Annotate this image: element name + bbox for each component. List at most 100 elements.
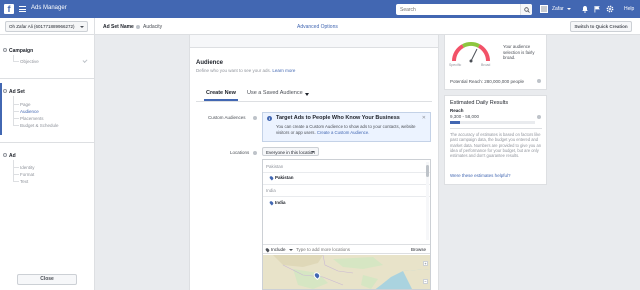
gear-icon[interactable] bbox=[606, 5, 614, 13]
tip-text: You can create a Custom Audience to show… bbox=[276, 124, 422, 135]
tab-use-saved-audience[interactable]: Use a Saved Audience bbox=[247, 90, 303, 96]
divider bbox=[196, 101, 432, 102]
divider bbox=[263, 196, 430, 197]
location-group-label: Pakistan bbox=[266, 164, 284, 169]
audience-definition-card: Specific Broad Your audience selection i… bbox=[444, 35, 547, 90]
scrollbar-thumb[interactable] bbox=[426, 165, 429, 177]
help-link[interactable]: Help bbox=[624, 6, 634, 12]
location-group-label: India bbox=[266, 188, 276, 193]
top-navigation-bar: f Ads Manager Zafar Help bbox=[0, 0, 640, 18]
browse-button[interactable]: Browse bbox=[411, 247, 426, 252]
ad-icon bbox=[3, 153, 7, 157]
custom-audiences-label: Custom Audiences bbox=[208, 115, 246, 120]
tree-tick bbox=[13, 61, 19, 62]
estimates-note: The accuracy of estimates is based on fa… bbox=[450, 132, 542, 159]
include-dropdown[interactable]: Include bbox=[271, 247, 286, 252]
custom-audience-tip: i Target Ads to People Who Know Your Bus… bbox=[262, 112, 431, 142]
left-navigation: Campaign Objective Ad Set Page Audience … bbox=[0, 35, 95, 290]
nav-item-audience[interactable]: Audience bbox=[20, 109, 39, 114]
account-selector[interactable]: Oh Zafar Ali (601771889966272) bbox=[5, 21, 88, 32]
campaign-icon bbox=[3, 48, 7, 52]
tip-title: Target Ads to People Who Know Your Busin… bbox=[276, 115, 400, 121]
estimates-title: Estimated Daily Results bbox=[450, 100, 509, 106]
gauge-label-specific: Specific bbox=[449, 63, 462, 67]
notifications-icon[interactable] bbox=[581, 5, 589, 13]
tree-tick bbox=[13, 118, 19, 119]
nav-item-identity[interactable]: Identity bbox=[20, 165, 35, 170]
nav-item-objective[interactable]: Objective bbox=[20, 59, 39, 64]
info-icon[interactable] bbox=[537, 79, 541, 83]
search-box bbox=[396, 4, 532, 15]
nav-item-budget-schedule[interactable]: Budget & Schedule bbox=[20, 123, 59, 128]
check-icon bbox=[82, 58, 88, 63]
advanced-options-link[interactable]: Advanced Options bbox=[297, 24, 338, 30]
ad-set-name-label: Ad Set Name bbox=[103, 24, 134, 30]
estimates-feedback-link[interactable]: Were these estimates helpful? bbox=[450, 173, 510, 178]
avatar[interactable] bbox=[540, 5, 548, 13]
chevron-down-icon[interactable] bbox=[567, 8, 571, 10]
facebook-logo[interactable]: f bbox=[4, 4, 14, 14]
account-name: Oh Zafar Ali (601771889966272) bbox=[9, 24, 75, 29]
include-row: Include Browse bbox=[263, 244, 430, 254]
chevron-down-icon[interactable] bbox=[305, 93, 309, 96]
app-title[interactable]: Ads Manager bbox=[31, 5, 67, 11]
zoom-out-icon[interactable]: − bbox=[423, 279, 428, 284]
divider bbox=[450, 128, 542, 129]
create-custom-audience-link[interactable]: Create a Custom Audience. bbox=[317, 130, 370, 135]
info-icon: i bbox=[267, 116, 272, 121]
reach-bar-fill bbox=[450, 121, 461, 124]
map-terrain bbox=[263, 255, 430, 289]
estimated-daily-results-card: Estimated Daily Results Reach 9,300 - 58… bbox=[444, 95, 547, 185]
tab-create-new[interactable]: Create New bbox=[206, 90, 236, 96]
ad-set-icon bbox=[3, 89, 7, 93]
location-pin-icon bbox=[269, 175, 274, 181]
tree-tick bbox=[13, 104, 19, 105]
close-icon[interactable]: ✕ bbox=[422, 115, 426, 121]
gauge-label-broad: Broad bbox=[481, 63, 491, 67]
locations-box: Pakistan Pakistan India India Include Br… bbox=[262, 159, 431, 290]
location-filter-dropdown[interactable]: Everyone in this location bbox=[262, 147, 319, 156]
ad-set-name-input[interactable]: Audacity bbox=[143, 24, 162, 30]
close-button[interactable]: Close bbox=[17, 274, 77, 285]
tree-tick bbox=[13, 167, 19, 168]
location-filter-value: Everyone in this location bbox=[266, 149, 315, 155]
search-input[interactable] bbox=[396, 4, 516, 15]
chevron-down-icon bbox=[311, 151, 315, 153]
tree-tick bbox=[13, 174, 19, 175]
reach-label: Reach bbox=[450, 108, 464, 113]
tree-tick bbox=[13, 125, 19, 126]
chevron-down-icon[interactable] bbox=[289, 249, 293, 251]
info-icon[interactable] bbox=[253, 116, 257, 120]
tree-tick bbox=[13, 181, 19, 182]
user-name[interactable]: Zafar bbox=[552, 6, 564, 12]
location-search-input[interactable] bbox=[296, 246, 400, 253]
info-icon[interactable] bbox=[253, 151, 257, 155]
ad-set-header-bar: Oh Zafar Ali (601771889966272) Ad Set Na… bbox=[0, 18, 640, 35]
nav-section-ad[interactable]: Ad bbox=[9, 153, 16, 159]
location-map[interactable]: + − bbox=[263, 255, 430, 289]
info-icon[interactable] bbox=[537, 115, 541, 119]
tree-line bbox=[13, 160, 14, 182]
switch-to-quick-creation-button[interactable]: Switch to Quick Creation bbox=[570, 21, 632, 32]
menu-icon[interactable] bbox=[19, 6, 26, 12]
location-pin-icon bbox=[269, 200, 274, 206]
location-item[interactable]: Pakistan bbox=[275, 175, 294, 180]
audience-size-gauge bbox=[452, 42, 490, 63]
section-description: Define who you want to see your ads. Lea… bbox=[196, 68, 295, 73]
divider bbox=[0, 142, 95, 143]
audience-panel: Audience Define who you want to see your… bbox=[189, 35, 439, 290]
info-icon[interactable] bbox=[136, 25, 140, 29]
zoom-in-icon[interactable]: + bbox=[423, 261, 428, 266]
flag-icon[interactable] bbox=[593, 5, 601, 13]
locations-label: Locations bbox=[230, 150, 250, 155]
nav-item-text[interactable]: Text bbox=[20, 179, 28, 184]
nav-section-campaign[interactable]: Campaign bbox=[9, 48, 33, 54]
search-button[interactable] bbox=[520, 4, 532, 15]
nav-item-page[interactable]: Page bbox=[20, 102, 31, 107]
nav-item-placements[interactable]: Placements bbox=[20, 116, 44, 121]
nav-item-format[interactable]: Format bbox=[20, 172, 34, 177]
section-title: Audience bbox=[196, 60, 224, 66]
location-item[interactable]: India bbox=[275, 200, 286, 205]
learn-more-link[interactable]: Learn more bbox=[272, 68, 295, 73]
nav-section-ad-set[interactable]: Ad Set bbox=[9, 89, 25, 95]
